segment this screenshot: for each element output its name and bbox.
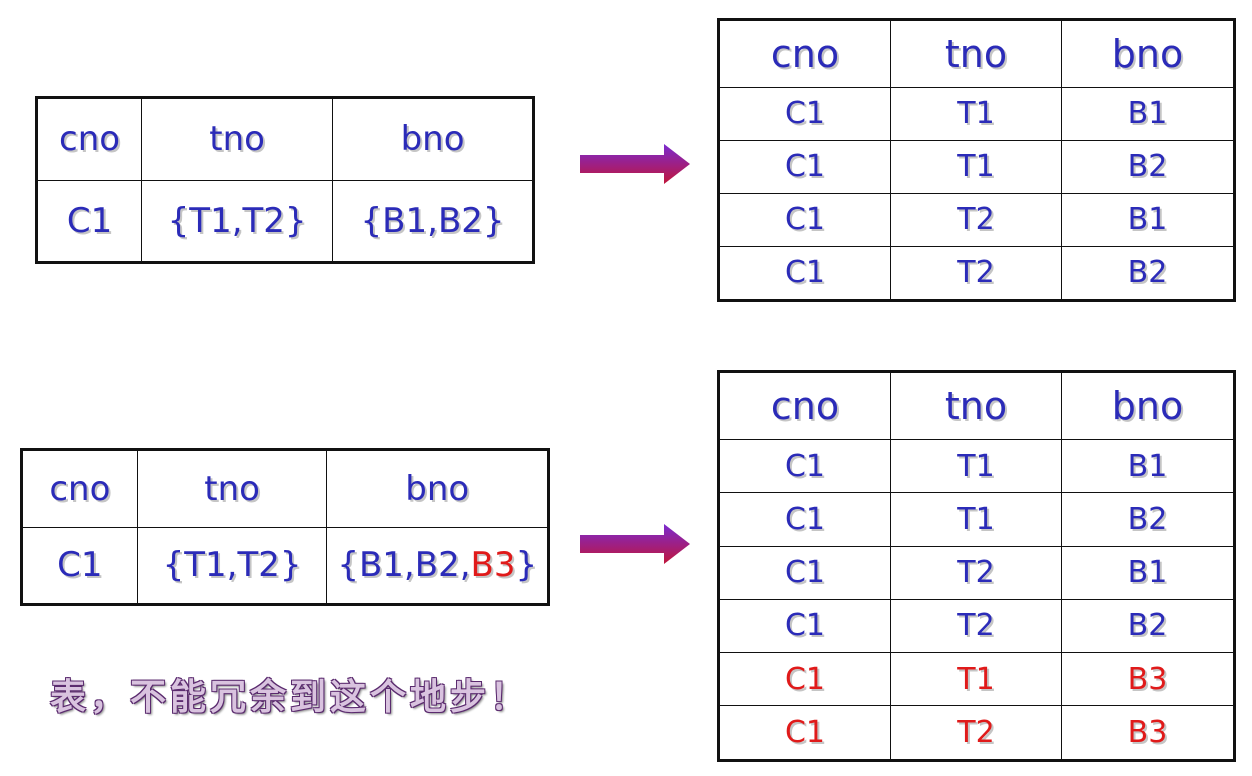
caption-note: 表，不能冗余到这个地步！ bbox=[50, 676, 531, 718]
right-arrow-icon bbox=[580, 144, 690, 184]
header-bno: bno bbox=[1060, 19, 1236, 88]
table-row: C1 {T1,T2} {B1,B2} bbox=[35, 179, 534, 263]
table-header-row: cno tno bno bbox=[718, 19, 1236, 88]
cell-cno: C1 bbox=[718, 139, 891, 194]
cell-tno: T2 bbox=[890, 192, 1062, 247]
header-bno: bno bbox=[326, 449, 549, 528]
table-row: C1 T1 B2 bbox=[718, 139, 1236, 194]
cell-tno: T1 bbox=[890, 86, 1062, 141]
cell-cno: C1 bbox=[718, 245, 891, 302]
table-row-highlighted: C1 T2 B3 bbox=[718, 705, 1236, 761]
header-tno: tno bbox=[136, 449, 328, 528]
cell-bno: B2 bbox=[1060, 598, 1236, 653]
expanded-table-1: cno tno bno C1 T1 B1 C1 T1 B2 C1 T2 B1 C… bbox=[717, 18, 1236, 302]
header-tno: tno bbox=[890, 19, 1062, 88]
cell-cno: C1 bbox=[718, 192, 891, 247]
cell-tno: {T1,T2} bbox=[136, 526, 328, 605]
header-cno: cno bbox=[21, 449, 138, 528]
header-cno: cno bbox=[718, 19, 891, 88]
cell-cno: C1 bbox=[21, 526, 138, 605]
cell-tno: T2 bbox=[890, 705, 1062, 761]
bno-highlight: B3 bbox=[470, 545, 516, 586]
cell-tno: T1 bbox=[890, 492, 1062, 547]
cell-bno: B3 bbox=[1060, 705, 1236, 761]
cell-bno: {B1,B2} bbox=[332, 179, 534, 263]
cell-bno: B1 bbox=[1060, 86, 1236, 141]
header-bno: bno bbox=[1060, 370, 1236, 441]
cell-bno: B3 bbox=[1060, 651, 1236, 707]
cell-tno: T2 bbox=[890, 245, 1062, 302]
bno-suffix: } bbox=[515, 545, 538, 586]
table-row: C1 T2 B1 bbox=[718, 192, 1236, 247]
cell-tno: {T1,T2} bbox=[141, 179, 334, 263]
table-row: C1 T1 B1 bbox=[718, 86, 1236, 141]
table-header-row: cno tno bno bbox=[718, 370, 1236, 441]
right-arrow-icon bbox=[580, 524, 690, 564]
cell-bno: B2 bbox=[1060, 245, 1236, 302]
cell-bno: B1 bbox=[1060, 439, 1236, 494]
cell-bno: B2 bbox=[1060, 139, 1236, 194]
cell-cno: C1 bbox=[718, 598, 891, 653]
cell-bno: B1 bbox=[1060, 192, 1236, 247]
cell-tno: T1 bbox=[890, 139, 1062, 194]
source-table-2: cno tno bno C1 {T1,T2} {B1,B2,B3} bbox=[20, 448, 550, 606]
table-row-highlighted: C1 T1 B3 bbox=[718, 651, 1236, 707]
table-header-row: cno tno bno bbox=[35, 97, 534, 181]
cell-tno: T2 bbox=[890, 545, 1062, 600]
table-header-row: cno tno bno bbox=[21, 449, 549, 528]
cell-bno: B1 bbox=[1060, 545, 1236, 600]
source-table-1: cno tno bno C1 {T1,T2} {B1,B2} bbox=[35, 96, 535, 264]
table-row: C1 T1 B1 bbox=[718, 439, 1236, 494]
cell-cno: C1 bbox=[35, 179, 143, 263]
table-row: C1 T2 B2 bbox=[718, 598, 1236, 653]
header-tno: tno bbox=[141, 97, 334, 181]
table-row: C1 {T1,T2} {B1,B2,B3} bbox=[21, 526, 549, 605]
header-cno: cno bbox=[35, 97, 143, 181]
table-row: C1 T1 B2 bbox=[718, 492, 1236, 547]
cell-bno: {B1,B2,B3} bbox=[326, 526, 549, 605]
cell-bno: B2 bbox=[1060, 492, 1236, 547]
cell-cno: C1 bbox=[718, 545, 891, 600]
cell-tno: T2 bbox=[890, 598, 1062, 653]
header-bno: bno bbox=[332, 97, 534, 181]
header-tno: tno bbox=[890, 370, 1062, 441]
table-row: C1 T2 B1 bbox=[718, 545, 1236, 600]
cell-cno: C1 bbox=[718, 651, 891, 707]
cell-tno: T1 bbox=[890, 651, 1062, 707]
cell-cno: C1 bbox=[718, 705, 891, 761]
expanded-table-2: cno tno bno C1 T1 B1 C1 T1 B2 C1 T2 B1 C… bbox=[717, 370, 1236, 762]
cell-cno: C1 bbox=[718, 492, 891, 547]
cell-cno: C1 bbox=[718, 439, 891, 494]
bno-prefix: {B1,B2, bbox=[337, 545, 471, 586]
table-row: C1 T2 B2 bbox=[718, 245, 1236, 302]
cell-tno: T1 bbox=[890, 439, 1062, 494]
cell-cno: C1 bbox=[718, 86, 891, 141]
header-cno: cno bbox=[718, 370, 891, 441]
